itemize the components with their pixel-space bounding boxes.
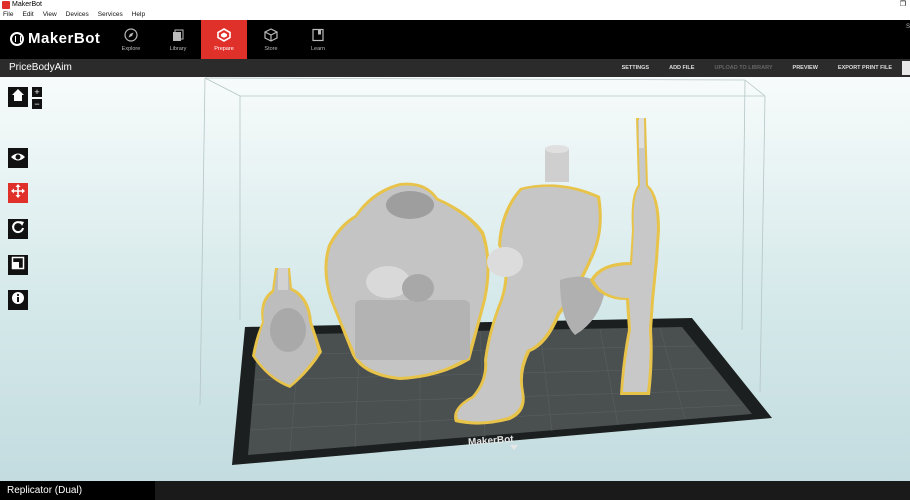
- plate-front-marker: [510, 445, 518, 450]
- menu-help[interactable]: Help: [132, 10, 145, 20]
- makerbot-app-icon: [2, 1, 10, 9]
- settings-button[interactable]: SETTINGS: [622, 65, 650, 71]
- rotate-tool-button[interactable]: [8, 219, 28, 239]
- makerbot-logo: MakerBot: [10, 30, 100, 47]
- scale-icon: [11, 256, 25, 275]
- tab-label: Prepare: [214, 45, 234, 52]
- compass-icon: [124, 27, 138, 42]
- scale-tool-button[interactable]: [8, 255, 28, 275]
- move-tool-button[interactable]: [8, 183, 28, 203]
- brand-name: MakerBot: [28, 30, 101, 47]
- top-navigation: MakerBot Explore Library Prepare Store L…: [0, 20, 910, 59]
- cube-icon: [264, 27, 278, 42]
- book-icon: [311, 28, 325, 42]
- tab-label: Explore: [121, 45, 141, 52]
- zoom-out-button[interactable]: −: [32, 99, 42, 109]
- tab-label: Store: [264, 45, 278, 52]
- panel-edge: [902, 61, 910, 75]
- add-file-button[interactable]: ADD FILE: [669, 65, 694, 71]
- build-viewport[interactable]: MakerBot + −: [0, 77, 910, 481]
- status-bar: Replicator (Dual): [0, 481, 910, 500]
- info-icon: [11, 291, 25, 310]
- tab-label: Learn: [310, 45, 326, 52]
- zoom-in-button[interactable]: +: [32, 87, 42, 97]
- menu-file[interactable]: File: [3, 10, 13, 20]
- menu-services[interactable]: Services: [98, 10, 123, 20]
- plate-brand-label: MakerBot: [468, 434, 515, 448]
- menu-bar: File Edit View Devices Services Help: [0, 10, 910, 20]
- tab-prepare[interactable]: Prepare: [201, 20, 247, 59]
- home-icon: [11, 88, 25, 107]
- view-tool-button[interactable]: [8, 148, 28, 168]
- tab-store[interactable]: Store: [248, 20, 294, 59]
- tab-learn[interactable]: Learn: [295, 20, 341, 59]
- upload-to-library-button[interactable]: UPLOAD TO LIBRARY: [714, 65, 772, 71]
- rotate-icon: [11, 220, 25, 239]
- menu-view[interactable]: View: [43, 10, 57, 20]
- printer-selector[interactable]: Replicator (Dual): [0, 481, 155, 500]
- library-icon: [171, 28, 185, 42]
- project-name: PriceBodyAim: [9, 62, 72, 73]
- tab-library[interactable]: Library: [155, 20, 201, 59]
- prepare-icon: [217, 27, 231, 42]
- eye-icon: [10, 149, 26, 167]
- title-bar: MakerBot ❐: [0, 0, 910, 10]
- project-actions: SETTINGS ADD FILE UPLOAD TO LIBRARY PREV…: [622, 59, 892, 77]
- restore-window-button[interactable]: ❐: [900, 0, 906, 10]
- settings-shortcut[interactable]: S: [906, 24, 910, 30]
- home-view-button[interactable]: [8, 87, 28, 107]
- menu-edit[interactable]: Edit: [22, 10, 33, 20]
- tab-label: Library: [169, 45, 187, 52]
- move-icon: [11, 183, 25, 203]
- makerbot-logo-icon: [10, 31, 24, 46]
- menu-devices[interactable]: Devices: [66, 10, 89, 20]
- info-tool-button[interactable]: [8, 290, 28, 310]
- project-toolbar: PriceBodyAim SETTINGS ADD FILE UPLOAD TO…: [0, 59, 910, 77]
- export-print-file-button[interactable]: EXPORT PRINT FILE: [838, 65, 892, 71]
- preview-button[interactable]: PREVIEW: [793, 65, 818, 71]
- window-title: MakerBot: [12, 1, 42, 8]
- tab-explore[interactable]: Explore: [108, 20, 154, 59]
